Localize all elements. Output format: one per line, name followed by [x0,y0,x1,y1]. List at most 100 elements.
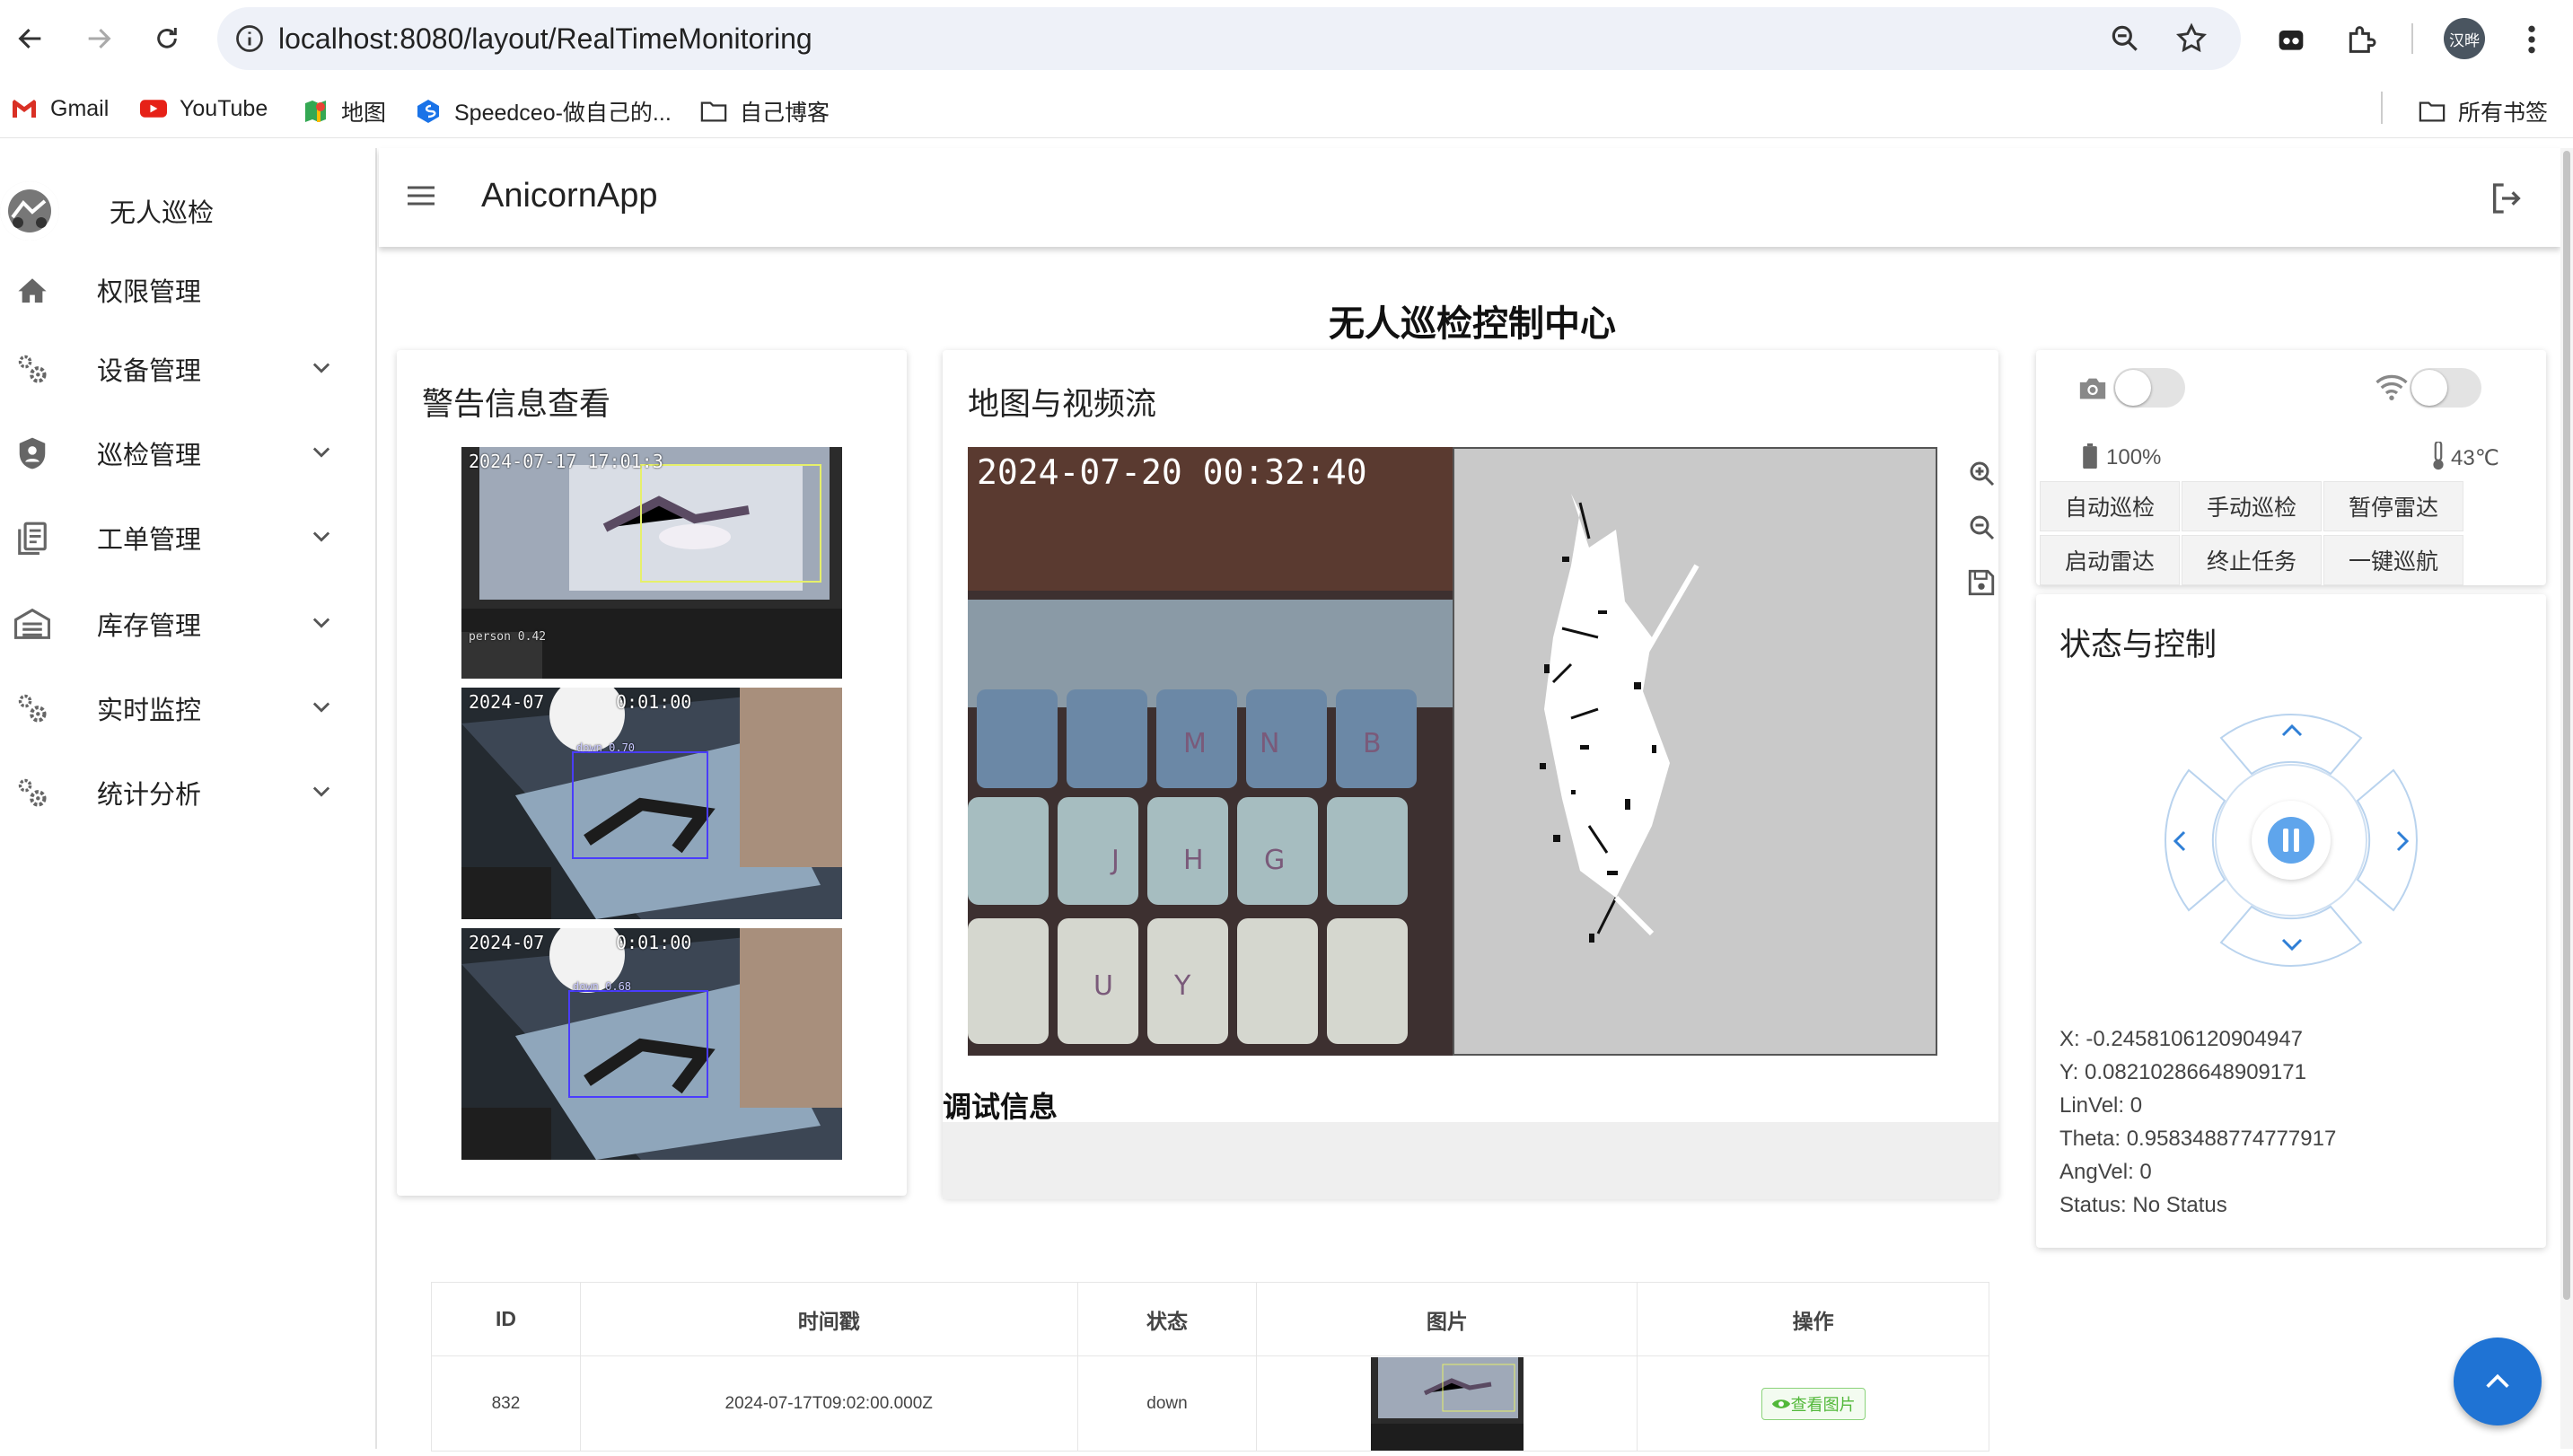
sidebar-item-statistics[interactable]: 统计分析 [0,757,377,829]
bookmark-maps[interactable]: 地图 [302,95,386,127]
sidebar-item-devices[interactable]: 设备管理 [0,333,377,405]
sidebar-brand[interactable]: 无人巡检 [0,175,377,247]
debug-output [943,1122,1998,1199]
back-icon[interactable] [11,19,50,58]
bookmarks-bar: Gmail YouTube 地图 Speedceo-做自己的... 自己博客 所… [0,77,2573,138]
wifi-toggle[interactable] [2410,368,2481,408]
address-bar[interactable]: localhost:8080/layout/RealTimeMonitoring [217,7,2241,70]
detection-label: down 0.68 [573,980,632,993]
sidebar-item-inspection[interactable]: 巡检管理 [0,417,377,489]
detection-label: down 0.70 [576,741,636,754]
temperature-value: 43℃ [2451,446,2499,470]
scrollbar-thumb[interactable] [2563,151,2570,1300]
video-timestamp: 2024-07-20 00:32:40 [977,452,1367,492]
reload-icon[interactable] [147,19,187,58]
clipboard-icon [14,520,50,556]
hamburger-menu-icon[interactable] [406,182,436,209]
folder-icon [2419,98,2446,125]
chevron-down-icon [309,439,334,464]
column-header-status[interactable]: 状态 [1076,1282,1258,1356]
sidebar-item-label: 实时监控 [97,697,202,725]
bookmark-label: Gmail [50,95,110,121]
column-header-action[interactable]: 操作 [1637,1282,1989,1356]
page-title: 无人巡检控制中心 [1329,304,1616,344]
gmail-icon [11,95,38,122]
maps-icon [302,98,329,125]
stat-theta: Theta: 0.9583488774777917 [2059,1127,2337,1151]
thermometer-icon [2431,440,2446,475]
bookmark-star-icon[interactable] [2174,22,2209,60]
url-text: localhost:8080/layout/RealTimeMonitoring [278,22,812,55]
bookmark-blog-folder[interactable]: 自己博客 [700,95,830,127]
zoom-icon[interactable] [2108,22,2142,60]
extensions-puzzle-icon[interactable] [2343,22,2379,62]
auto-patrol-button[interactable]: 自动巡检 [2040,481,2180,531]
start-radar-button[interactable]: 启动雷达 [2040,535,2180,585]
alert-image[interactable]: 2024-07 0:01:00 down 0.70 [461,688,842,919]
table-row[interactable]: 832 2024-07-17T09:02:00.000Z down 查看图片 [431,1355,1989,1452]
camera-toggle[interactable] [2113,368,2185,408]
extension-icon[interactable] [2273,22,2309,62]
alert-timestamp-suffix: 0:01:00 [616,932,692,953]
map-video-card: 地图与视频流 MNB JHG U Y 2024-07-20 00:32:40 [943,350,1998,1197]
browser-toolbar: localhost:8080/layout/RealTimeMonitoring… [0,0,2573,77]
arrow-right-icon[interactable] [2392,828,2413,859]
arrow-left-icon[interactable] [2169,828,2191,859]
warehouse-icon [14,606,50,642]
profile-avatar[interactable]: 汉晔 [2444,18,2485,59]
brand-title: 无人巡检 [110,199,215,228]
video-stream[interactable]: M N B J H G U Y 2024-07-20 00:32:40 [968,447,1453,1056]
pause-button[interactable] [2252,801,2331,880]
column-header-id[interactable]: ID [431,1282,581,1356]
save-icon[interactable] [1966,567,1998,600]
bookmark-speedceo[interactable]: Speedceo-做自己的... [415,95,672,127]
zoom-in-icon[interactable] [1966,458,1998,490]
forward-icon[interactable] [79,19,119,58]
arrow-down-icon[interactable] [2279,934,2305,960]
back-to-top-button[interactable] [2454,1338,2542,1425]
status-control-title: 状态与控制 [2059,627,2217,662]
bookmark-youtube[interactable]: YouTube [140,95,268,122]
manual-patrol-button[interactable]: 手动巡检 [2182,481,2322,531]
table-header-row: ID 时间戳 状态 图片 操作 [431,1282,1989,1356]
bookmark-label: 地图 [341,101,387,126]
column-header-timestamp[interactable]: 时间戳 [579,1282,1078,1356]
sidebar-item-label: 工单管理 [97,526,202,555]
pause-radar-button[interactable]: 暂停雷达 [2323,481,2463,531]
home-icon [14,272,50,308]
sidebar-item-realtime-monitor[interactable]: 实时监控 [0,672,377,744]
sidebar-item-permissions[interactable]: 权限管理 [0,254,377,326]
alerts-table: ID 时间戳 状态 图片 操作 832 2024-07-17T09:02:00.… [431,1282,1989,1452]
eye-icon [1771,1399,1790,1408]
cell-timestamp: 2024-07-17T09:02:00.000Z [579,1355,1078,1452]
logout-icon[interactable] [2489,180,2525,216]
pause-icon [2268,817,2314,864]
stop-task-button[interactable]: 终止任务 [2182,535,2322,585]
sidebar-item-label: 权限管理 [97,278,202,307]
bookmark-label: YouTube [180,95,268,121]
alert-image[interactable]: 2024-07 0:01:00 down 0.68 [461,928,842,1160]
bookmark-gmail[interactable]: Gmail [11,95,109,122]
one-key-cruise-button[interactable]: 一键巡航 [2323,535,2463,585]
lidar-map[interactable] [1453,447,1937,1056]
youtube-icon [140,95,167,122]
sidebar-item-inventory[interactable]: 库存管理 [0,588,377,660]
all-bookmarks-label: 所有书签 [2458,101,2549,126]
view-image-label: 查看图片 [1790,1395,1856,1414]
column-header-image[interactable]: 图片 [1256,1282,1638,1356]
alert-timestamp: 2024-07 [469,932,545,953]
chevron-down-icon [309,355,334,380]
site-info-icon[interactable] [233,22,266,55]
detection-label: person 0.42 [469,630,547,644]
view-image-button[interactable]: 查看图片 [1761,1387,1866,1420]
battery-level: 100% [2106,445,2162,469]
menu-kebab-icon[interactable] [2519,22,2544,62]
thumbnail-image[interactable] [1370,1356,1524,1451]
alert-image[interactable]: 2024-07-17 17:01:3 person 0.42 [461,447,842,679]
folder-icon [700,98,727,125]
arrow-up-icon[interactable] [2279,720,2305,746]
svg-text:B: B [1363,728,1382,759]
sidebar-item-workorders[interactable]: 工单管理 [0,502,377,574]
zoom-out-icon[interactable] [1966,512,1998,544]
all-bookmarks[interactable]: 所有书签 [2419,95,2548,127]
